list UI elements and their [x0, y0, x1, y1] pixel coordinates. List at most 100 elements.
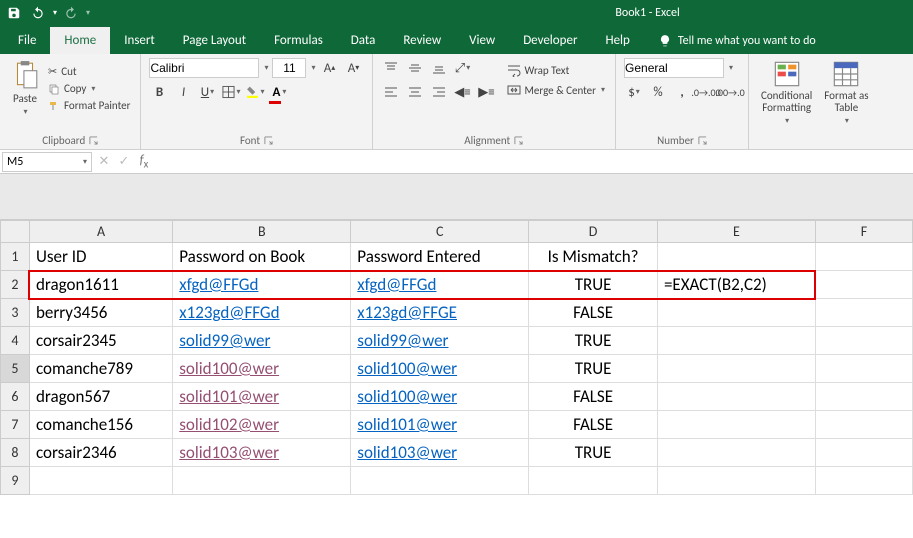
cell-D6[interactable]: FALSE — [529, 383, 658, 411]
hyperlink[interactable]: solid103@wer — [357, 442, 457, 463]
decrease-decimal-icon[interactable]: .00→.0 — [720, 82, 740, 102]
row-header-3[interactable]: 3 — [1, 299, 30, 327]
enter-icon[interactable]: ✓ — [114, 154, 134, 169]
dialog-launcher-icon[interactable] — [264, 136, 273, 145]
wrap-text-button[interactable]: Wrap Text — [505, 62, 608, 78]
format-painter-button[interactable]: Format Painter — [46, 98, 132, 113]
cell-E4[interactable] — [657, 327, 815, 355]
row-header-4[interactable]: 4 — [1, 327, 30, 355]
cell-D8[interactable]: TRUE — [529, 439, 658, 467]
hyperlink[interactable]: solid99@wer — [357, 330, 448, 351]
cell-F7[interactable] — [815, 411, 912, 439]
tab-help[interactable]: Help — [591, 27, 643, 54]
cell-E9[interactable] — [657, 467, 815, 495]
font-color-button[interactable]: A▾ — [269, 82, 289, 102]
cell-C6[interactable]: solid100@wer — [351, 383, 529, 411]
cell-F6[interactable] — [815, 383, 912, 411]
percent-format-icon[interactable]: % — [648, 82, 668, 102]
row-header-7[interactable]: 7 — [1, 411, 30, 439]
cell-F5[interactable] — [815, 355, 912, 383]
font-name-input[interactable] — [149, 58, 259, 78]
cell-D3[interactable]: FALSE — [529, 299, 658, 327]
cell-C3[interactable]: x123gd@FFGE — [351, 299, 529, 327]
accounting-format-icon[interactable]: $▾ — [624, 82, 644, 102]
cell-B8[interactable]: solid103@wer — [173, 439, 351, 467]
cell-F1[interactable] — [815, 243, 912, 271]
decrease-indent-icon[interactable]: ◀≡ — [453, 82, 473, 102]
hyperlink[interactable]: x123gd@FFGE — [357, 302, 457, 323]
align-top-icon[interactable] — [381, 58, 401, 78]
dialog-launcher-icon[interactable] — [89, 136, 98, 145]
cell-D4[interactable]: TRUE — [529, 327, 658, 355]
chevron-down-icon[interactable]: ▾ — [86, 8, 90, 18]
cell-A8[interactable]: corsair2346 — [29, 439, 172, 467]
cell-E2[interactable]: =EXACT(B2,C2) — [657, 271, 815, 299]
cell-A2[interactable]: dragon1611 — [29, 271, 172, 299]
cut-button[interactable]: ✂Cut — [46, 64, 132, 79]
chevron-down-icon[interactable]: ▾ — [264, 63, 268, 73]
formula-input[interactable] — [154, 152, 913, 172]
tab-page-layout[interactable]: Page Layout — [169, 27, 260, 54]
row-header-2[interactable]: 2 — [1, 271, 30, 299]
cell-C7[interactable]: solid101@wer — [351, 411, 529, 439]
cell-E1[interactable] — [657, 243, 815, 271]
font-size-input[interactable] — [272, 58, 306, 78]
dialog-launcher-icon[interactable] — [514, 136, 523, 145]
copy-button[interactable]: Copy▾ — [46, 81, 132, 96]
hyperlink[interactable]: solid101@wer — [357, 414, 457, 435]
cell-F8[interactable] — [815, 439, 912, 467]
cell-C4[interactable]: solid99@wer — [351, 327, 529, 355]
cell-B2[interactable]: xfgd@FFGd — [173, 271, 351, 299]
tab-file[interactable]: File — [4, 27, 50, 54]
orientation-icon[interactable]: ⤢▾ — [453, 58, 473, 78]
hyperlink[interactable]: xfgd@FFGd — [179, 274, 258, 295]
align-center-icon[interactable] — [405, 82, 425, 102]
hyperlink[interactable]: solid101@wer — [179, 386, 279, 407]
undo-icon[interactable] — [28, 3, 48, 23]
number-format-select[interactable] — [624, 58, 724, 78]
increase-decimal-icon[interactable]: .0→.00 — [696, 82, 716, 102]
cell-B9[interactable] — [173, 467, 351, 495]
conditional-formatting-button[interactable]: Conditional Formatting▾ — [757, 58, 816, 128]
dialog-launcher-icon[interactable] — [698, 136, 707, 145]
row-header-1[interactable]: 1 — [1, 243, 30, 271]
hyperlink[interactable]: solid103@wer — [179, 442, 279, 463]
tab-insert[interactable]: Insert — [110, 27, 169, 54]
tab-developer[interactable]: Developer — [509, 27, 591, 54]
align-left-icon[interactable] — [381, 82, 401, 102]
cell-D1[interactable]: Is Mismatch? — [529, 243, 658, 271]
cell-F9[interactable] — [815, 467, 912, 495]
align-bottom-icon[interactable] — [429, 58, 449, 78]
cell-D2[interactable]: TRUE — [529, 271, 658, 299]
format-as-table-button[interactable]: Format as Table▾ — [820, 58, 872, 128]
cell-C9[interactable] — [351, 467, 529, 495]
cell-A1[interactable]: User ID — [29, 243, 172, 271]
cell-B4[interactable]: solid99@wer — [173, 327, 351, 355]
cell-B5[interactable]: solid100@wer — [173, 355, 351, 383]
col-header-D[interactable]: D — [529, 221, 658, 243]
cell-A4[interactable]: corsair2345 — [29, 327, 172, 355]
col-header-E[interactable]: E — [657, 221, 815, 243]
fill-color-button[interactable]: ▾ — [245, 82, 265, 102]
cell-A3[interactable]: berry3456 — [29, 299, 172, 327]
select-all-corner[interactable] — [1, 221, 30, 243]
col-header-F[interactable]: F — [815, 221, 912, 243]
hyperlink[interactable]: solid99@wer — [179, 330, 270, 351]
cell-B1[interactable]: Password on Book — [173, 243, 351, 271]
cell-C8[interactable]: solid103@wer — [351, 439, 529, 467]
chevron-down-icon[interactable]: ▾ — [311, 63, 315, 73]
cell-A6[interactable]: dragon567 — [29, 383, 172, 411]
cell-F4[interactable] — [815, 327, 912, 355]
hyperlink[interactable]: solid100@wer — [357, 358, 457, 379]
cell-E5[interactable] — [657, 355, 815, 383]
tell-me-search[interactable]: Tell me what you want to do — [644, 28, 830, 54]
save-icon[interactable] — [4, 3, 24, 23]
col-header-A[interactable]: A — [29, 221, 172, 243]
tab-view[interactable]: View — [455, 27, 509, 54]
cell-A5[interactable]: comanche789 — [29, 355, 172, 383]
cell-D9[interactable] — [529, 467, 658, 495]
cancel-icon[interactable]: ✕ — [94, 154, 114, 169]
row-header-8[interactable]: 8 — [1, 439, 30, 467]
col-header-B[interactable]: B — [173, 221, 351, 243]
hyperlink[interactable]: solid100@wer — [357, 386, 457, 407]
